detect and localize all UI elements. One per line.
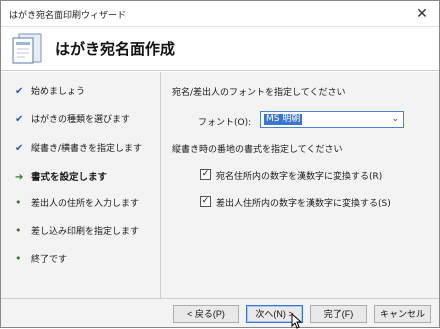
mouse-pointer-icon xyxy=(291,313,303,329)
recipient-kanji-checkbox[interactable]: ✓ xyxy=(200,169,211,180)
cancel-button[interactable]: キャンセル xyxy=(374,305,431,323)
step-label: 縦書き/横書きを指定します xyxy=(31,144,143,154)
wizard-window: はがき宛名面印刷ウィザード ✕ はがき宛名面作成 ✔ 始めましょう ✔ はがきの種類… xyxy=(0,0,440,329)
sender-kanji-label[interactable]: 差出人住所内の数字を漢数字に変換する(S) xyxy=(216,196,391,209)
step-label: はがきの種類を選びます xyxy=(31,115,131,125)
finish-button[interactable]: 完了(F) xyxy=(310,305,367,323)
arrow-right-icon: ➔ xyxy=(15,172,24,183)
recipient-kanji-label[interactable]: 宛名住所内の数字を漢数字に変換する(R) xyxy=(216,169,382,182)
page-title: はがき宛名面作成 xyxy=(55,40,176,58)
step-finish[interactable]: • 終了です xyxy=(15,252,67,268)
step-mail-merge[interactable]: • 差し込み印刷を指定します xyxy=(15,224,139,240)
bullet-icon: • xyxy=(15,196,22,209)
step-orientation[interactable]: ✔ 縦書き/横書きを指定します xyxy=(15,141,142,157)
step-label: 始めましょう xyxy=(31,87,86,97)
close-icon[interactable]: ✕ xyxy=(411,4,433,24)
checkmark-icon: ✔ xyxy=(15,86,24,97)
step-label: 差し込み印刷を指定します xyxy=(31,227,140,237)
step-label: 書式を設定します xyxy=(31,172,108,183)
postcard-doc-icon xyxy=(12,33,42,64)
checkmark-icon: ✔ xyxy=(15,143,24,154)
font-section-heading: 宛名/差出人のフォントを指定してください xyxy=(172,88,346,98)
wizard-footer: < 戻る(P) 次へ(N) > 完了(F) キャンセル xyxy=(1,298,439,327)
sender-kanji-checkbox[interactable]: ✓ xyxy=(200,196,211,207)
number-format-heading: 縦書き時の番地の書式を指定してください xyxy=(172,145,343,155)
font-label: フォント(O): xyxy=(198,118,252,128)
font-select[interactable]: MS 明朝 ⌄ xyxy=(260,111,404,128)
font-select-value: MS 明朝 xyxy=(264,114,303,125)
bullet-icon: • xyxy=(15,224,22,237)
checkmark-icon: ✔ xyxy=(15,114,24,125)
step-format[interactable]: ➔ 書式を設定します xyxy=(15,169,107,185)
format-panel: 宛名/差出人のフォントを指定してください フォント(O): MS 明朝 ⌄ 縦書… xyxy=(162,72,439,298)
window-title: はがき宛名面印刷ウィザード xyxy=(9,11,127,21)
title-bar[interactable]: はがき宛名面印刷ウィザード ✕ xyxy=(1,1,439,27)
chevron-down-icon[interactable]: ⌄ xyxy=(391,114,399,124)
step-label: 差出人の住所を入力します xyxy=(31,199,140,209)
step-label: 終了です xyxy=(31,255,68,265)
wizard-header: はがき宛名面作成 xyxy=(1,27,439,71)
step-start[interactable]: ✔ 始めましょう xyxy=(15,84,85,100)
step-card-type[interactable]: ✔ はがきの種類を選びます xyxy=(15,112,130,128)
steps-sidebar: ✔ 始めましょう ✔ はがきの種類を選びます ✔ 縦書き/横書きを指定します ➔ 書式を… xyxy=(1,72,161,298)
step-sender-address[interactable]: • 差出人の住所を入力します xyxy=(15,196,139,212)
back-button[interactable]: < 戻る(P) xyxy=(173,305,239,323)
bullet-icon: • xyxy=(15,252,22,265)
wizard-body: ✔ 始めましょう ✔ はがきの種類を選びます ✔ 縦書き/横書きを指定します ➔ 書式を… xyxy=(1,72,439,298)
